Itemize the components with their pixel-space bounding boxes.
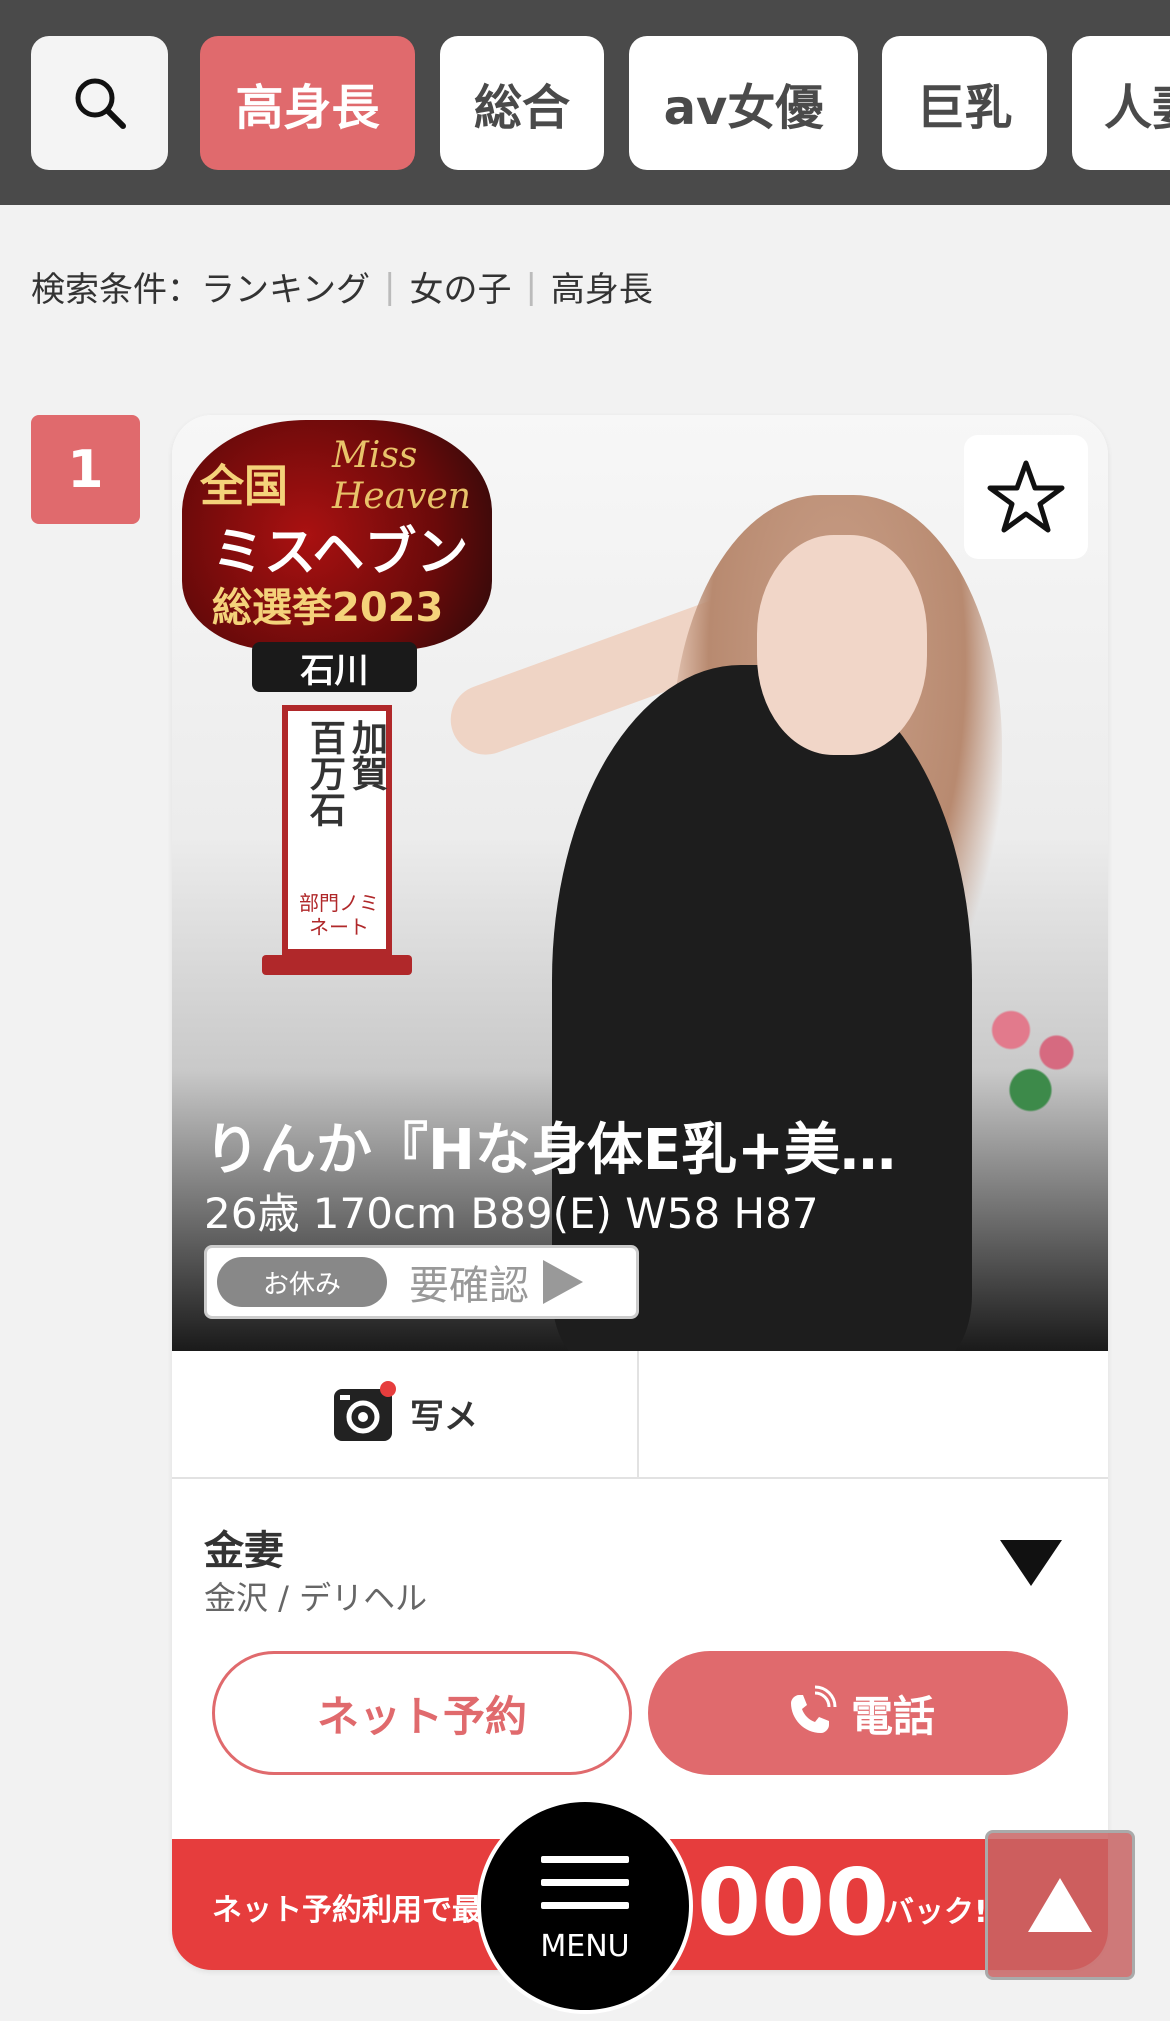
filter-chip-married[interactable]: 人妻 (1072, 36, 1170, 170)
breadcrumb-separator: | (383, 266, 396, 307)
breadcrumb-separator: | (525, 266, 537, 307)
award-line3: ミスヘブン (212, 523, 469, 583)
award-nomination: 部門ノミネート (299, 891, 379, 939)
expand-triangle-icon[interactable] (1000, 1540, 1062, 1586)
photo-flowers (972, 985, 1102, 1135)
award-line4: 総選挙2023 (212, 585, 444, 631)
promo-prefix: ネット予約利用で最 (212, 1893, 482, 1928)
tab-divider (637, 1351, 639, 1477)
shop-name[interactable]: 金妻 (204, 1518, 284, 1576)
arrow-up-icon (1028, 1878, 1092, 1932)
filter-chip-overall[interactable]: 総合 (440, 36, 604, 170)
play-arrow-icon (543, 1260, 583, 1304)
hamburger-icon-bar (541, 1879, 629, 1886)
breadcrumb-item: 女の子 (409, 270, 512, 310)
camera-icon (334, 1381, 396, 1441)
rank-badge: 1 (31, 415, 140, 524)
menu-button[interactable]: MENU (477, 1798, 693, 2014)
promo-suffix: バック! (884, 1895, 988, 1930)
award-line1: 全国 (200, 461, 288, 512)
call-label: 電話 (850, 1691, 935, 1741)
filter-chip-busty[interactable]: 巨乳 (882, 36, 1047, 170)
filter-bar: 高身長 総合 av女優 巨乳 人妻 (0, 0, 1170, 205)
card-tabs: 写メ (172, 1351, 1108, 1479)
star-icon (987, 460, 1065, 533)
schedule-status[interactable]: お休み 要確認 (204, 1245, 639, 1319)
breadcrumb-item: 高身長 (550, 270, 653, 310)
breadcrumb: 検索条件：ランキング | 女の子 | 高身長 (31, 262, 653, 311)
search-icon (75, 78, 126, 129)
award-scroll: 加賀 百万石 部門ノミネート (282, 705, 392, 955)
tab-photo-label: 写メ (410, 1396, 478, 1437)
favorite-button[interactable] (964, 435, 1088, 559)
call-button[interactable]: 電話 (648, 1651, 1068, 1775)
girl-name[interactable]: りんか『Hな身体E乳+美… (204, 1105, 896, 1186)
shop-area: 金沢 / デリヘル (204, 1579, 428, 1617)
hamburger-icon-bar (541, 1902, 629, 1909)
girl-specs: 26歳 170cm B89(E) W58 H87 (204, 1189, 819, 1238)
status-text: 要確認 (409, 1263, 529, 1309)
promo-amount: ,000 (662, 1849, 889, 1956)
net-reserve-button[interactable]: ネット予約 (212, 1651, 632, 1775)
award-scroll-rod (262, 955, 412, 975)
award-prefecture: 石川 (252, 642, 417, 692)
search-button[interactable] (31, 36, 168, 170)
menu-label: MENU (540, 1929, 630, 1964)
filter-chip-av[interactable]: av女優 (629, 36, 858, 170)
photo-face (757, 535, 927, 755)
filter-chip-tall[interactable]: 高身長 (200, 36, 415, 170)
status-badge: お休み (217, 1257, 387, 1307)
award-emblem: 全国 Miss Heaven ミスヘブン 総選挙2023 石川 加賀 百万石 部… (182, 420, 502, 1000)
girl-photo[interactable]: 全国 Miss Heaven ミスヘブン 総選挙2023 石川 加賀 百万石 部… (172, 415, 1108, 1351)
hamburger-icon-bar (541, 1856, 629, 1863)
back-to-top-button[interactable] (985, 1830, 1135, 1980)
phone-icon (790, 1685, 837, 1733)
girl-card: 全国 Miss Heaven ミスヘブン 総選挙2023 石川 加賀 百万石 部… (172, 415, 1108, 1970)
tab-photo-diary[interactable]: 写メ (332, 1381, 478, 1445)
award-division-b: 百万石 (304, 719, 345, 827)
breadcrumb-item: 検索条件：ランキング (31, 270, 370, 310)
award-line2: Miss Heaven (332, 435, 471, 517)
